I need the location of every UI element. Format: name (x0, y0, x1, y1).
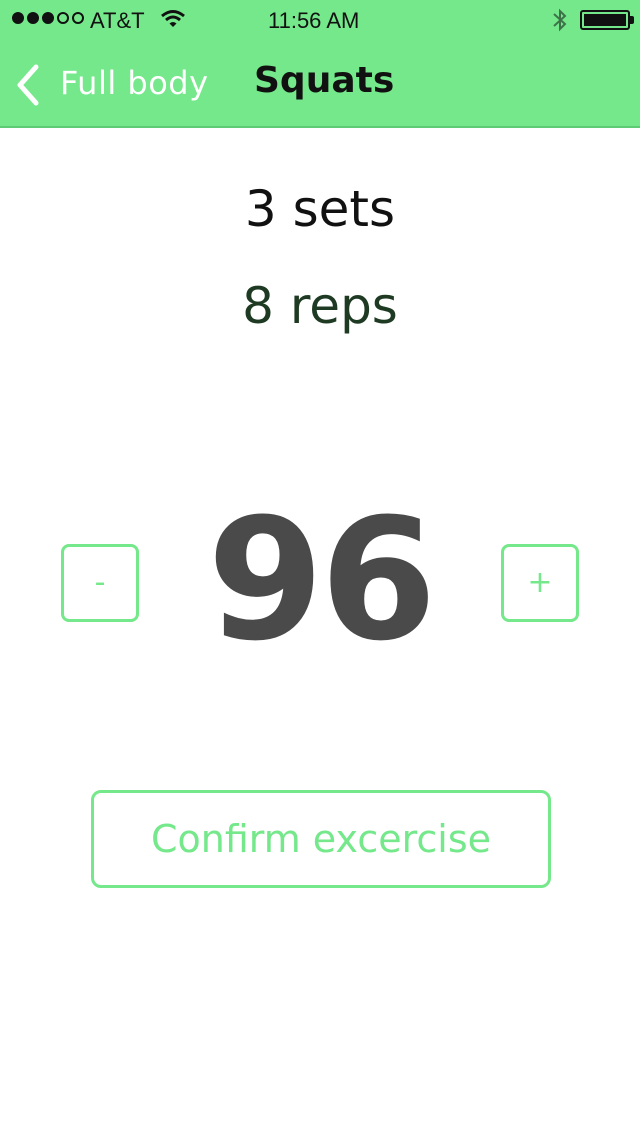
weight-value: 96 (207, 482, 437, 678)
status-bar: AT&T 11:56 AM (0, 0, 640, 40)
battery-level (584, 14, 626, 26)
decrement-button[interactable]: - (61, 544, 139, 622)
signal-dot (72, 12, 84, 24)
wifi-icon (160, 9, 186, 35)
reps-count: 8 reps (242, 277, 398, 335)
status-time: 11:56 AM (268, 8, 360, 33)
signal-dot (57, 12, 69, 24)
signal-dot (27, 12, 39, 24)
battery-icon (580, 10, 630, 30)
back-button-label: Full body (60, 64, 209, 102)
sets-count: 3 sets (244, 180, 396, 238)
confirm-exercise-button[interactable]: Confirm excercise (91, 790, 551, 888)
battery-tip (630, 16, 634, 24)
carrier-name: AT&T (90, 8, 145, 33)
page-title: Squats (254, 60, 395, 101)
bluetooth-icon (552, 7, 568, 39)
signal-dot (42, 12, 54, 24)
signal-dot (12, 12, 24, 24)
signal-strength-icon (12, 12, 84, 24)
navigation-header: AT&T 11:56 AM Full body Squats (0, 0, 640, 128)
chevron-left-icon (12, 63, 52, 107)
increment-button[interactable]: + (501, 544, 579, 622)
back-button[interactable]: Full body (12, 62, 208, 108)
